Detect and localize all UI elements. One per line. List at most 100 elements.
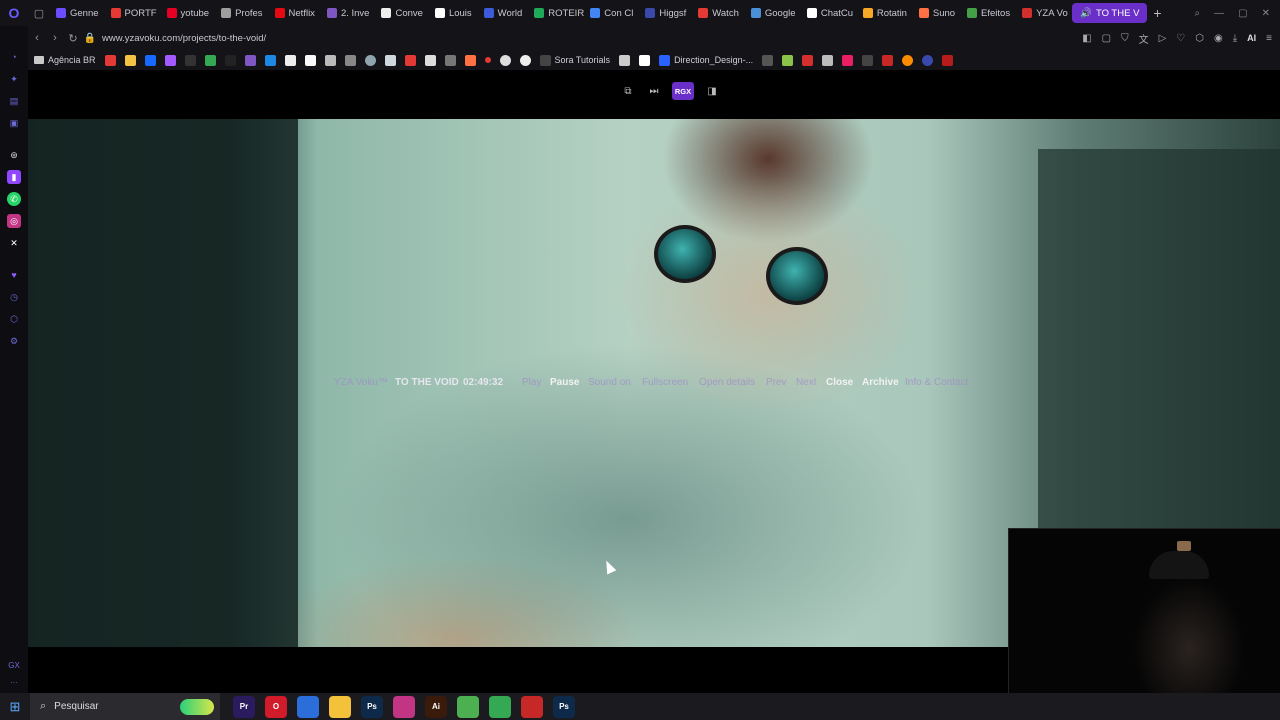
bookmark-arrow-icon[interactable] <box>384 54 396 66</box>
prev-button[interactable]: Prev <box>766 377 787 388</box>
bookmark-blue2-icon[interactable] <box>922 54 934 66</box>
bookmark-red-dot-icon[interactable] <box>484 57 491 63</box>
taskbar-photoshop-icon[interactable]: Ps <box>361 695 383 718</box>
tab-7[interactable]: Louis <box>429 3 478 23</box>
bookmark-blue-icon[interactable] <box>264 54 276 66</box>
minimize-icon[interactable]: — <box>1214 8 1224 19</box>
bookmark-youtube-icon[interactable] <box>104 54 116 66</box>
taskbar-capture-icon[interactable] <box>521 695 543 718</box>
bookmark-pink-icon[interactable] <box>842 54 854 66</box>
bookmark-dice-icon[interactable] <box>822 54 834 66</box>
sidebar-gx-icon[interactable]: GX <box>8 661 20 670</box>
close-window-icon[interactable]: ✕ <box>1262 8 1270 19</box>
opera-logo-icon[interactable]: O <box>0 0 28 26</box>
sidebar-whatsapp-icon[interactable]: ✆ <box>7 192 21 206</box>
tab-11[interactable]: Higgsf <box>639 3 692 23</box>
sidebar-ai-icon[interactable]: ✦ <box>7 72 21 86</box>
tab-0[interactable]: Genne <box>50 3 105 23</box>
bookmark-circle-icon[interactable] <box>499 54 511 66</box>
bookmark-info-icon[interactable] <box>639 54 651 66</box>
bookmark-figma-icon[interactable] <box>164 54 176 66</box>
sidebar-settings-icon[interactable]: ⚙ <box>7 334 21 348</box>
taskbar-chrome-icon[interactable] <box>489 695 511 718</box>
bookmark-page-icon[interactable]: ◧ <box>1082 33 1091 44</box>
tab-15[interactable]: Rotatin <box>857 3 913 23</box>
player-icon[interactable]: ▷ <box>1159 33 1167 44</box>
bookmark-red3-icon[interactable] <box>882 54 894 66</box>
sidebar-messages-icon[interactable]: ▤ <box>7 94 21 108</box>
extensions-icon[interactable]: ⬡ <box>1195 33 1204 44</box>
translate-icon[interactable]: 文 <box>1139 31 1149 46</box>
rgx-button[interactable]: RGX <box>672 82 694 100</box>
url-field[interactable]: www.yzavoku.com/projects/to-the-void/ <box>102 33 266 44</box>
bookmark-sora[interactable]: Sora Tutorials <box>539 54 610 66</box>
bookmark-purple-icon[interactable] <box>244 54 256 66</box>
taskbar-store-icon[interactable] <box>297 695 319 718</box>
tab-17[interactable]: Efeitos <box>961 3 1016 23</box>
snapshot-icon[interactable]: ▢ <box>1102 33 1111 44</box>
sidebar-pinboard-icon[interactable]: ▣ <box>7 116 21 130</box>
bookmark-folder-yellow-icon[interactable] <box>124 54 136 66</box>
tab-13[interactable]: Google <box>745 3 801 23</box>
taskbar-green-app-icon[interactable] <box>457 695 479 718</box>
tab-14[interactable]: ChatCu <box>801 3 857 23</box>
bookmark-star-icon[interactable] <box>344 54 356 66</box>
sidebar-twitch-icon[interactable]: ▮ <box>7 170 21 184</box>
download-icon[interactable]: ⤓ <box>1233 33 1237 44</box>
sidebar-instagram-icon[interactable]: ◎ <box>7 214 21 228</box>
bookmark-dark-icon[interactable] <box>224 54 236 66</box>
taskbar-premiere-icon[interactable]: Pr <box>233 695 255 718</box>
windows-start-icon[interactable]: ⊞ <box>0 693 30 720</box>
tab-16[interactable]: Suno <box>913 3 961 23</box>
tab-18[interactable]: YZA Vo <box>1016 3 1072 23</box>
heart-icon[interactable]: ♡ <box>1176 33 1185 44</box>
taskbar-instagram-icon[interactable] <box>393 695 415 718</box>
aria-ai-button[interactable]: AI <box>1247 33 1256 43</box>
sidebar-extensions-icon[interactable]: ⬡ <box>7 312 21 326</box>
brand-link[interactable]: YZA Voku™ <box>334 377 388 388</box>
bookmark-globe-icon[interactable] <box>364 54 376 66</box>
tab-10[interactable]: Con Cl <box>584 3 639 23</box>
maximize-icon[interactable]: ▢ <box>1238 8 1247 19</box>
bookmark-orange-icon[interactable] <box>464 54 476 66</box>
info-contact-link[interactable]: Info & Contact <box>905 377 968 388</box>
lock-icon[interactable]: 🔒 <box>82 33 98 44</box>
bookmark-folder-agencia[interactable]: Agência BR <box>34 55 96 65</box>
tab-menu-icon[interactable]: ▢ <box>28 0 50 26</box>
split-view-icon[interactable]: ◨ <box>704 83 720 99</box>
sidebar-clock-icon[interactable]: ◷ <box>7 290 21 304</box>
profile-icon[interactable]: ◉ <box>1214 33 1223 44</box>
next-button[interactable]: Next <box>796 377 817 388</box>
taskbar-photoshop-2-icon[interactable]: Ps <box>553 695 575 718</box>
play-button[interactable]: Play <box>522 377 541 388</box>
bookmark-red-icon[interactable] <box>404 54 416 66</box>
sidebar-chatgpt-icon[interactable]: ⊛ <box>7 148 21 162</box>
back-icon[interactable]: ‹ <box>28 32 46 44</box>
tab-8[interactable]: World <box>478 3 529 23</box>
bookmark-red2-icon[interactable] <box>802 54 814 66</box>
tab-active[interactable]: 🔊 TO THE V <box>1072 3 1148 23</box>
pause-button[interactable]: Pause <box>550 377 579 388</box>
search-tabs-icon[interactable]: ⌕ <box>1195 8 1201 19</box>
sidebar-more-icon[interactable]: ··· <box>10 678 18 687</box>
tab-1[interactable]: PORTF <box>105 3 161 23</box>
bookmark-white-icon[interactable] <box>284 54 296 66</box>
new-tab-button[interactable]: + <box>1147 3 1167 23</box>
sound-toggle[interactable]: Sound on <box>588 377 631 388</box>
bookmark-direction[interactable]: Direction_Design-... <box>659 54 753 66</box>
bookmark-behance-icon[interactable] <box>144 54 156 66</box>
popout-icon[interactable]: ⧉ <box>620 83 636 99</box>
vpn-shield-icon[interactable]: ⛉ <box>1121 33 1129 44</box>
bookmark-refresh-icon[interactable] <box>444 54 456 66</box>
bookmark-c-icon[interactable] <box>184 54 196 66</box>
taskbar-opera-icon[interactable]: O <box>265 695 287 718</box>
reload-icon[interactable]: ↻ <box>64 32 82 45</box>
tab-9[interactable]: ROTEIR <box>528 3 584 23</box>
sidebar-x-icon[interactable]: ✕ <box>7 236 21 250</box>
tab-5[interactable]: 2. Inve <box>321 3 376 23</box>
skip-icon[interactable]: ⏭ <box>646 83 662 99</box>
bookmark-orange2-icon[interactable] <box>902 54 914 66</box>
bookmark-green-icon[interactable] <box>782 54 794 66</box>
forward-icon[interactable]: › <box>46 32 64 44</box>
archive-link[interactable]: Archive <box>862 377 899 388</box>
